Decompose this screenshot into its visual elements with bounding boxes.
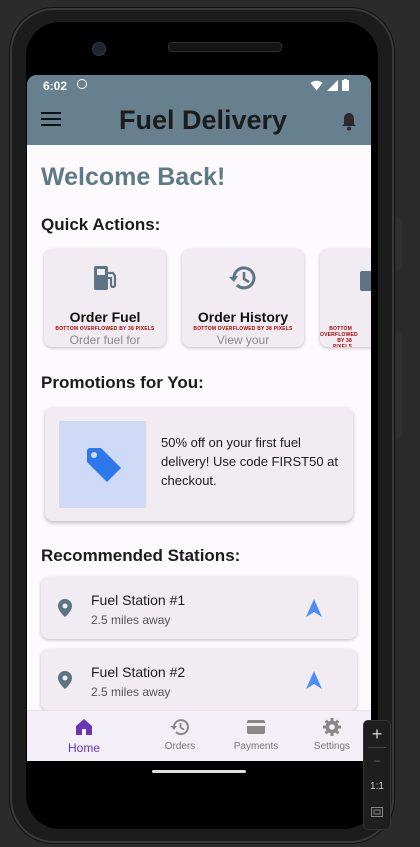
history-icon bbox=[229, 266, 256, 290]
quick-actions-title: Quick Actions: bbox=[41, 215, 161, 234]
history-icon bbox=[170, 719, 189, 736]
tag-icon bbox=[87, 448, 121, 482]
overflow-warning: BOTTOM OVERFLOWED BY 38 PIXELS bbox=[320, 326, 358, 347]
status-icons bbox=[310, 79, 349, 91]
status-time: 6:02 bbox=[43, 79, 68, 93]
home-icon bbox=[76, 719, 92, 735]
volume-button[interactable] bbox=[396, 218, 402, 270]
nav-label: Orders bbox=[164, 741, 196, 752]
power-button[interactable] bbox=[396, 332, 402, 438]
overflow-warning: BOTTOM OVERFLOWED BY 38 PIXELS bbox=[55, 326, 155, 332]
nav-orders[interactable]: Orders bbox=[150, 717, 210, 752]
wifi-icon bbox=[310, 80, 323, 90]
actual-size-button[interactable]: 1:1 bbox=[364, 774, 390, 800]
front-camera bbox=[92, 42, 106, 56]
station-card[interactable]: Fuel Station #1 2.5 miles away bbox=[41, 577, 357, 639]
app-title: Fuel Delivery bbox=[119, 105, 288, 135]
promotions-title: Promotions for You: bbox=[41, 373, 204, 392]
promotion-text: 50% off on your first fuel delivery! Use… bbox=[161, 435, 339, 488]
nav-home[interactable]: Home bbox=[54, 717, 114, 755]
app-screen: 6:02 Fuel Delivery Welcome Back! Quick A… bbox=[27, 75, 371, 761]
battery-icon bbox=[342, 79, 349, 91]
nav-payments[interactable]: Payments bbox=[226, 717, 286, 752]
station-distance: 2.5 miles away bbox=[91, 613, 171, 627]
quick-action-subtitle: Order fuel for bbox=[69, 333, 141, 347]
fit-screen-button[interactable] bbox=[364, 800, 390, 826]
station-name: Fuel Station #2 bbox=[91, 664, 186, 680]
stations-title: Recommended Stations: bbox=[41, 546, 241, 565]
location-pin-icon bbox=[58, 671, 72, 689]
location-pin-icon bbox=[58, 599, 72, 617]
station-distance: 2.5 miles away bbox=[91, 685, 171, 699]
navigation-arrow-icon[interactable] bbox=[306, 599, 322, 617]
nav-label: Home bbox=[67, 741, 100, 755]
welcome-heading: Welcome Back! bbox=[41, 163, 226, 191]
station-name: Fuel Station #1 bbox=[91, 592, 186, 608]
nav-label: Payments bbox=[233, 741, 279, 752]
quick-action-subtitle: View your bbox=[216, 333, 270, 347]
quick-action-payments[interactable]: BOTTOM OVERFLOWED BY 38 PIXELS bbox=[320, 249, 371, 347]
signal-icon bbox=[327, 79, 338, 91]
menu-icon[interactable] bbox=[41, 112, 61, 128]
gear-icon bbox=[323, 718, 341, 736]
quick-action-label: Order Fuel bbox=[69, 309, 141, 325]
overflow-warning: BOTTOM OVERFLOWED BY 38 PIXELS bbox=[193, 326, 293, 332]
navigation-arrow-icon[interactable] bbox=[306, 671, 322, 689]
nav-settings[interactable]: Settings bbox=[302, 717, 362, 752]
promotion-card[interactable]: 50% off on your first fuel delivery! Use… bbox=[45, 407, 353, 521]
nav-label: Settings bbox=[313, 741, 351, 752]
station-card[interactable]: Fuel Station #2 2.5 miles away bbox=[41, 649, 357, 711]
zoom-out-button[interactable]: − bbox=[364, 748, 390, 774]
promotion-image bbox=[59, 421, 146, 508]
status-bar: 6:02 bbox=[27, 75, 371, 97]
notification-bell-icon[interactable] bbox=[341, 111, 357, 131]
notification-icon bbox=[77, 79, 87, 89]
app-bar: Fuel Delivery bbox=[27, 97, 371, 145]
emulator-zoom-controls: + − 1:1 bbox=[363, 720, 391, 830]
gesture-home-bar[interactable] bbox=[152, 770, 246, 773]
home-content[interactable]: Welcome Back! Quick Actions: Order Fuel … bbox=[27, 145, 371, 711]
earpiece-speaker bbox=[168, 42, 282, 52]
card-icon bbox=[360, 271, 371, 291]
fit-screen-icon bbox=[371, 807, 383, 817]
quick-action-label: Order History bbox=[197, 309, 289, 325]
zoom-in-button[interactable]: + bbox=[364, 721, 390, 747]
bottom-navigation: Home Orders Payments Settings bbox=[27, 710, 371, 761]
credit-card-icon bbox=[247, 720, 265, 734]
quick-action-order-fuel[interactable]: Order Fuel BOTTOM OVERFLOWED BY 38 PIXEL… bbox=[44, 249, 166, 347]
fuel-pump-icon bbox=[94, 266, 117, 290]
quick-action-order-history[interactable]: Order History BOTTOM OVERFLOWED BY 38 PI… bbox=[182, 249, 304, 347]
